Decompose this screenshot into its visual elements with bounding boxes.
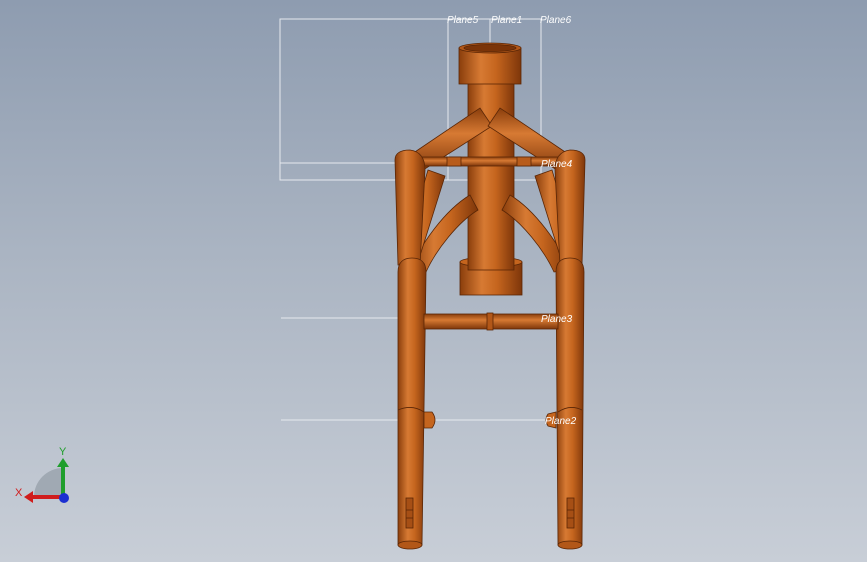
graphics-viewport[interactable]: Plane5 Plane1 Plane6 Plane4 Plane3 Plane… (0, 0, 867, 562)
right-dropout-slot (566, 497, 575, 529)
head-tube[interactable] (467, 79, 515, 271)
lower-crossbar-splice (486, 312, 494, 331)
left-stud[interactable] (423, 411, 436, 429)
right-leg-end-cap (557, 540, 583, 550)
plane6-label[interactable]: Plane6 (540, 15, 572, 26)
left-outer-upper-leg[interactable] (394, 149, 426, 266)
y-axis-arrowhead (57, 458, 69, 467)
z-axis-dot (59, 493, 69, 503)
left-leg-end-cap (397, 540, 423, 550)
model-view[interactable]: Plane5 Plane1 Plane6 Plane4 Plane3 Plane… (0, 0, 867, 562)
frame-model[interactable] (394, 42, 586, 550)
plane1-label[interactable]: Plane1 (491, 15, 522, 26)
y-axis-label: Y (59, 446, 67, 458)
plane2-label[interactable]: Plane2 (545, 416, 577, 427)
plane4-label[interactable]: Plane4 (541, 159, 573, 170)
head-tube-top-bore (463, 44, 517, 52)
plane5-outline[interactable] (279, 18, 491, 181)
upper-crossbar-right-clip (516, 156, 532, 167)
left-dropout-slot (405, 497, 414, 529)
x-axis-arrowhead (24, 491, 33, 503)
reference-triad: Y X (15, 446, 69, 503)
plane3-label[interactable]: Plane3 (541, 314, 573, 325)
upper-crossbar-left-clip (446, 156, 462, 167)
head-tube-upper[interactable] (458, 47, 522, 85)
plane5-label[interactable]: Plane5 (447, 15, 479, 26)
x-axis-label: X (15, 487, 23, 499)
triad-xy-plane (34, 468, 63, 497)
upper-crossbar[interactable] (419, 156, 561, 167)
